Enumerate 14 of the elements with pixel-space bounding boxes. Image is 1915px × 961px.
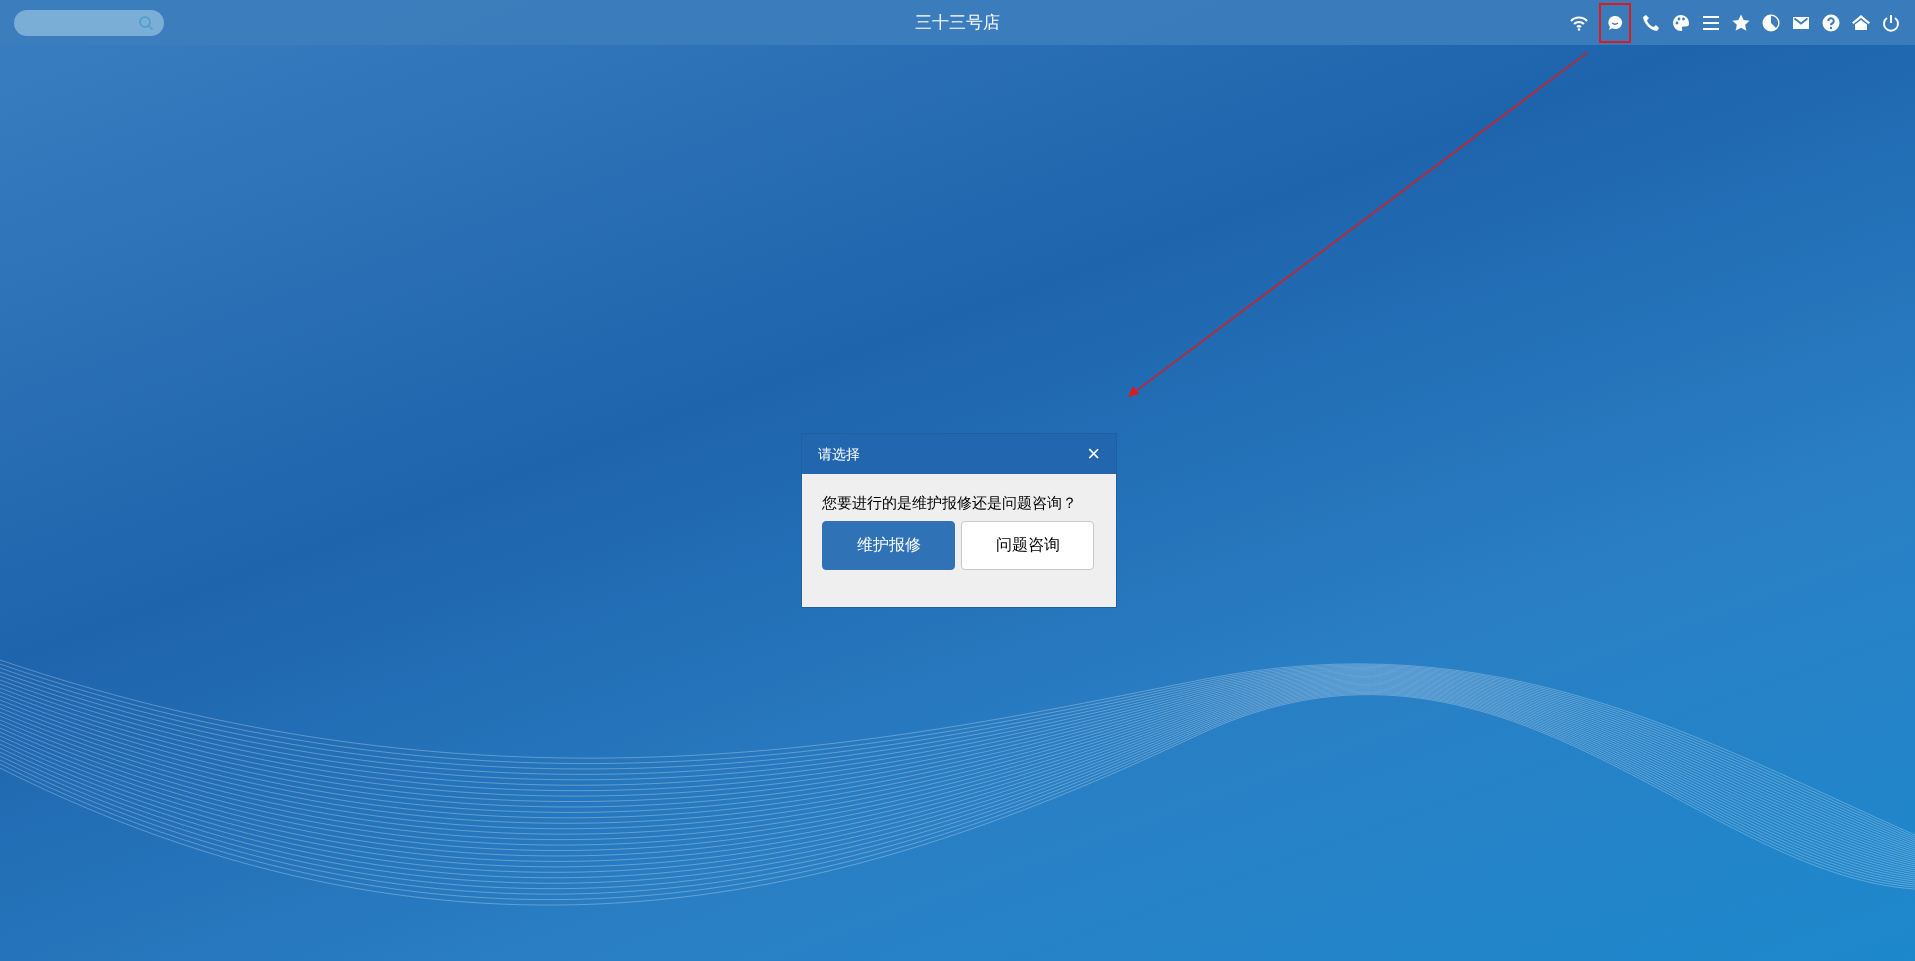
- store-title: 三十三号店: [915, 11, 1000, 34]
- chat-bubble-icon[interactable]: [1606, 13, 1624, 32]
- dialog-message: 您要进行的是维护报修还是问题咨询？: [822, 493, 1078, 513]
- choice-button[interactable]: 维护报修: [822, 520, 955, 570]
- search-field[interactable]: [14, 9, 164, 36]
- phone-icon[interactable]: [1641, 12, 1661, 33]
- close-button[interactable]: ×: [1087, 443, 1100, 465]
- power-icon[interactable]: [1881, 12, 1901, 33]
- choice-button[interactable]: 问题咨询: [961, 520, 1094, 570]
- palette-icon[interactable]: [1671, 12, 1691, 33]
- half-circle-icon[interactable]: [1761, 12, 1781, 33]
- dialog-title: 请选择: [818, 444, 860, 464]
- help-icon[interactable]: [1821, 12, 1841, 33]
- home-icon[interactable]: [1851, 12, 1871, 33]
